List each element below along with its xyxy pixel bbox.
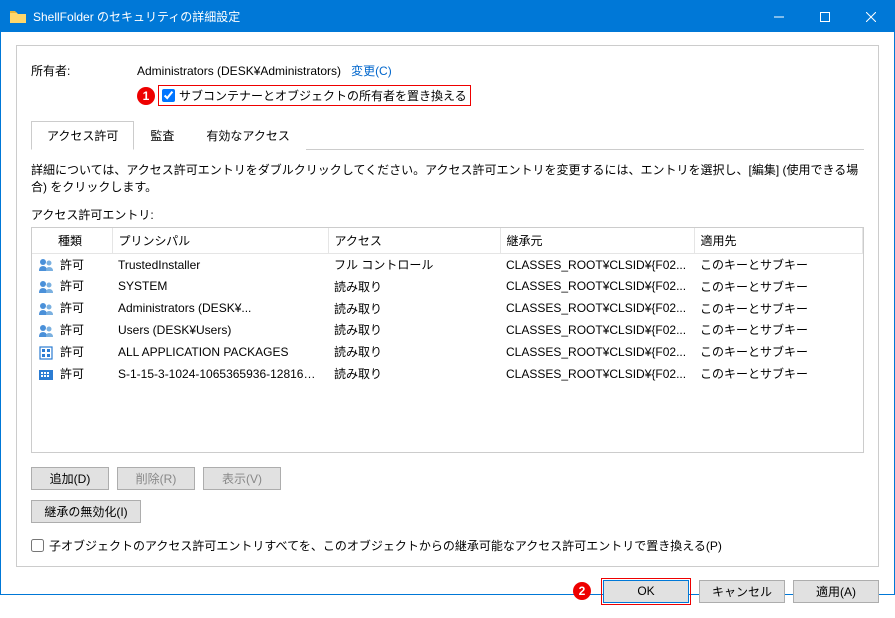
replace-owner-highlight: サブコンテナーとオブジェクトの所有者を置き換える xyxy=(158,85,471,106)
owner-row: 所有者: Administrators (DESK¥Administrators… xyxy=(31,62,864,79)
table-row[interactable]: 許可SYSTEM読み取りCLASSES_ROOT¥CLSID¥{F02...この… xyxy=(32,275,863,297)
inherit-row: 継承の無効化(I) xyxy=(31,500,864,523)
col-inherited[interactable]: 継承元 xyxy=(500,228,694,254)
apply-button[interactable]: 適用(A) xyxy=(793,580,879,603)
principal-icon xyxy=(38,367,54,383)
change-owner-link[interactable]: 変更(C) xyxy=(351,62,392,79)
tab-permissions[interactable]: アクセス許可 xyxy=(31,121,134,150)
table-header-row: 種類 プリンシパル アクセス 継承元 適用先 xyxy=(32,228,863,254)
principal-icon xyxy=(38,323,54,339)
cancel-button[interactable]: キャンセル xyxy=(699,580,785,603)
table-row[interactable]: 許可Administrators (DESK¥...読み取りCLASSES_RO… xyxy=(32,297,863,319)
col-access[interactable]: アクセス xyxy=(328,228,500,254)
replace-owner-row: 1 サブコンテナーとオブジェクトの所有者を置き換える xyxy=(137,85,864,106)
remove-button[interactable]: 削除(R) xyxy=(117,467,195,490)
close-button[interactable] xyxy=(848,1,894,32)
replace-child-checkbox[interactable] xyxy=(31,539,44,552)
replace-owner-label: サブコンテナーとオブジェクトの所有者を置き換える xyxy=(179,87,467,104)
principal-icon xyxy=(38,301,54,317)
table-row[interactable]: 許可ALL APPLICATION PACKAGES読み取りCLASSES_RO… xyxy=(32,341,863,363)
change-owner-text: 変更(C) xyxy=(351,64,392,78)
ok-button[interactable]: OK xyxy=(603,580,689,603)
callout-2: 2 xyxy=(573,582,591,600)
replace-child-label: 子オブジェクトのアクセス許可エントリすべてを、このオブジェクトからの継承可能なア… xyxy=(49,537,722,554)
table-row[interactable]: 許可S-1-15-3-1024-1065365936-1281604...読み取… xyxy=(32,363,863,385)
view-button[interactable]: 表示(V) xyxy=(203,467,281,490)
tab-strip: アクセス許可 監査 有効なアクセス xyxy=(31,120,864,150)
callout-1: 1 xyxy=(137,87,155,105)
entry-buttons: 追加(D) 削除(R) 表示(V) xyxy=(31,467,864,490)
col-type[interactable]: 種類 xyxy=(32,228,112,254)
tab-audit[interactable]: 監査 xyxy=(134,121,190,150)
minimize-button[interactable] xyxy=(756,1,802,32)
table-row[interactable]: 許可Users (DESK¥Users)読み取りCLASSES_ROOT¥CLS… xyxy=(32,319,863,341)
replace-child-row: 子オブジェクトのアクセス許可エントリすべてを、このオブジェクトからの継承可能なア… xyxy=(31,537,864,554)
ok-highlight: OK xyxy=(601,578,691,605)
permission-table: 種類 プリンシパル アクセス 継承元 適用先 許可TrustedInstalle… xyxy=(31,227,864,453)
instruction-text: 詳細については、アクセス許可エントリをダブルクリックしてください。アクセス許可エ… xyxy=(31,162,864,196)
add-button[interactable]: 追加(D) xyxy=(31,467,109,490)
maximize-button[interactable] xyxy=(802,1,848,32)
titlebar: ShellFolder のセキュリティの詳細設定 xyxy=(1,1,894,32)
folder-icon xyxy=(10,10,26,23)
col-applies[interactable]: 適用先 xyxy=(694,228,863,254)
inner-panel: 所有者: Administrators (DESK¥Administrators… xyxy=(16,45,879,567)
entries-label: アクセス許可エントリ: xyxy=(31,206,864,223)
owner-label: 所有者: xyxy=(31,62,137,79)
window-title: ShellFolder のセキュリティの詳細設定 xyxy=(33,8,756,25)
disable-inheritance-button[interactable]: 継承の無効化(I) xyxy=(31,500,141,523)
principal-icon xyxy=(38,279,54,295)
principal-icon xyxy=(38,257,54,273)
principal-icon xyxy=(38,345,54,361)
col-principal[interactable]: プリンシパル xyxy=(112,228,328,254)
content-area: 所有者: Administrators (DESK¥Administrators… xyxy=(1,32,894,567)
replace-owner-checkbox[interactable] xyxy=(162,89,175,102)
tab-effective[interactable]: 有効なアクセス xyxy=(190,121,305,150)
table-row[interactable]: 許可TrustedInstallerフル コントロールCLASSES_ROOT¥… xyxy=(32,253,863,275)
owner-name: Administrators (DESK¥Administrators) xyxy=(137,64,341,78)
advanced-security-window: ShellFolder のセキュリティの詳細設定 所有者: Administra… xyxy=(0,0,895,595)
dialog-footer: 2 OK キャンセル 適用(A) xyxy=(1,567,894,618)
